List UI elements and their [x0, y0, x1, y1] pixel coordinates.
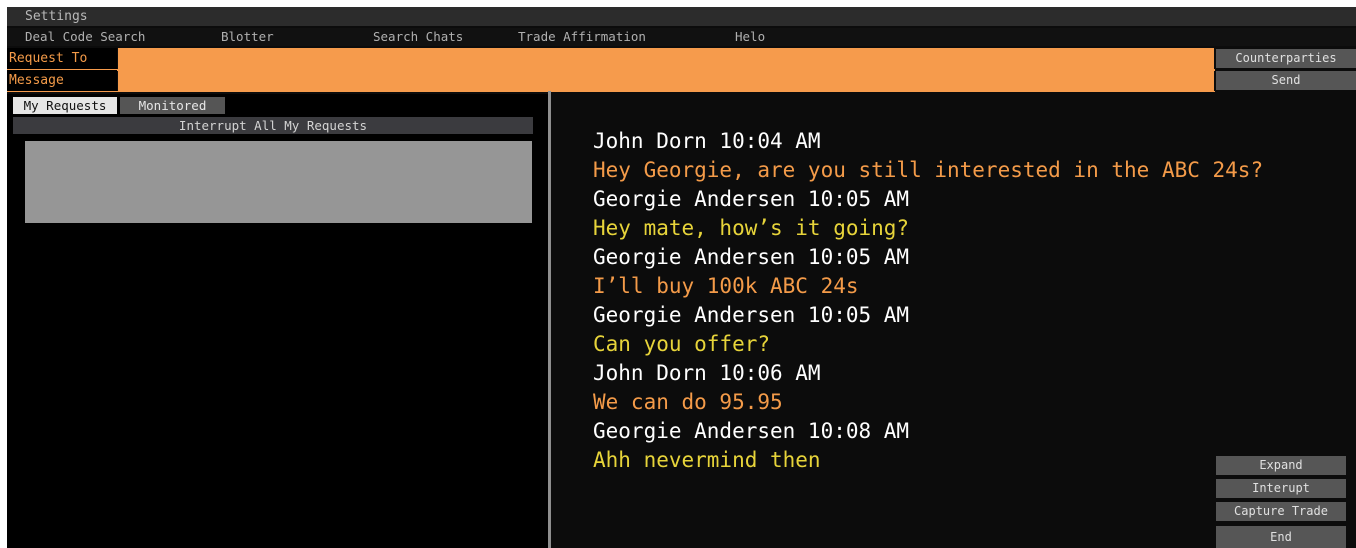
message-text: I’ll buy 100k ABC 24s: [593, 274, 859, 298]
message-header: John Dorn 10:04 AM: [593, 129, 821, 153]
nav-search-chats[interactable]: Search Chats: [373, 28, 463, 46]
settings-menu[interactable]: Settings: [25, 7, 88, 26]
request-to-input[interactable]: [118, 48, 1214, 69]
message-text: Ahh nevermind then: [593, 448, 821, 472]
message-text: Can you offer?: [593, 332, 771, 356]
message-header: John Dorn 10:06 AM: [593, 361, 821, 385]
tab-monitored[interactable]: Monitored: [120, 97, 225, 114]
interrupt-button[interactable]: Interupt: [1216, 479, 1346, 498]
chat-message: Georgie Andersen 10:08 AM Ahh nevermind …: [593, 417, 1313, 475]
nav-blotter[interactable]: Blotter: [221, 28, 274, 46]
chat-message: Georgie Andersen 10:05 AM I’ll buy 100k …: [593, 243, 1313, 301]
message-header: Georgie Andersen 10:05 AM: [593, 187, 910, 211]
capture-trade-button[interactable]: Capture Trade: [1216, 502, 1346, 521]
request-to-row: Request To Counterparties: [7, 48, 1356, 69]
request-to-label: Request To: [7, 48, 117, 69]
chat-message: Georgie Andersen 10:05 AM Can you offer?: [593, 301, 1313, 359]
chat-message: John Dorn 10:06 AM We can do 95.95: [593, 359, 1313, 417]
message-header: Georgie Andersen 10:05 AM: [593, 245, 910, 269]
nav-helo[interactable]: Helo: [735, 28, 765, 46]
message-text: Hey mate, how’s it going?: [593, 216, 910, 240]
app-window: Settings Deal Code Search Blotter Search…: [7, 7, 1356, 548]
chat-message: Georgie Andersen 10:05 AM Hey mate, how’…: [593, 185, 1313, 243]
message-text: Hey Georgie, are you still interested in…: [593, 158, 1264, 182]
nav-bar: Deal Code Search Blotter Search Chats Tr…: [7, 28, 1356, 46]
nav-trade-affirmation[interactable]: Trade Affirmation: [518, 28, 646, 46]
expand-button[interactable]: Expand: [1216, 456, 1346, 475]
send-button[interactable]: Send: [1216, 71, 1356, 90]
counterparties-button[interactable]: Counterparties: [1216, 49, 1356, 68]
nav-deal-code-search[interactable]: Deal Code Search: [25, 28, 145, 46]
end-button[interactable]: End: [1216, 526, 1346, 548]
chat-message: John Dorn 10:04 AM Hey Georgie, are you …: [593, 127, 1313, 185]
tab-my-requests[interactable]: My Requests: [13, 97, 117, 114]
interrupt-all-button[interactable]: Interrupt All My Requests: [13, 117, 533, 134]
field-bottom-border: [7, 91, 1215, 92]
message-text: We can do 95.95: [593, 390, 783, 414]
requests-pane: My Requests Monitored Interrupt All My R…: [7, 94, 548, 548]
message-header: Georgie Andersen 10:05 AM: [593, 303, 910, 327]
message-header: Georgie Andersen 10:08 AM: [593, 419, 910, 443]
message-label: Message: [7, 70, 117, 91]
requests-list[interactable]: [25, 141, 532, 223]
message-row: Message Send: [7, 70, 1356, 91]
settings-bar: Settings: [7, 7, 1356, 26]
message-input[interactable]: [118, 70, 1214, 91]
chat-log: John Dorn 10:04 AM Hey Georgie, are you …: [593, 127, 1313, 475]
